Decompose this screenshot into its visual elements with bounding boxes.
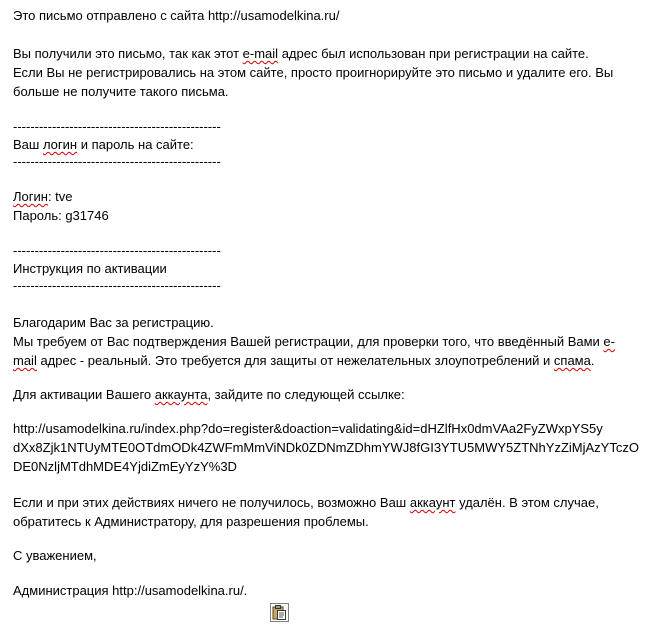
- password-line: Пароль: g31746: [13, 208, 109, 223]
- activation-link-line-3[interactable]: DE0NzljMTdhMDE4YjdiZmEyYzY%3D: [13, 458, 237, 475]
- divider: ----------------------------------------…: [13, 119, 221, 134]
- confirm-line-2: mail адрес - реальный. Это требуется для…: [13, 353, 595, 368]
- problem-line-2: обратитесь к Администратору, для разреше…: [13, 514, 369, 529]
- signature-line: Администрация http://usamodelkina.ru/.: [13, 583, 248, 598]
- misspelled-word[interactable]: e-mail: [243, 46, 278, 61]
- confirm-line-1: Мы требуем от Вас подтверждения Вашей ре…: [13, 334, 615, 349]
- misspelled-word[interactable]: аккаунта: [155, 387, 208, 402]
- divider: ----------------------------------------…: [13, 243, 221, 258]
- clipboard-icon: [272, 605, 286, 620]
- notice-line-3: больше не получите такого письма.: [13, 84, 229, 99]
- misspelled-word[interactable]: спама: [554, 353, 591, 368]
- misspelled-word[interactable]: e-: [603, 334, 615, 349]
- divider: ----------------------------------------…: [13, 278, 221, 293]
- activation-link-line-2[interactable]: dXx8Zjk1NTUyMTE0OTdmODk4ZWFmMmViNDk0ZDNm…: [13, 439, 639, 456]
- misspelled-word[interactable]: аккаунт: [410, 495, 456, 510]
- paste-options-icon[interactable]: [270, 603, 289, 622]
- intro-line: Это письмо отправлено с сайта http://usa…: [13, 8, 340, 23]
- activation-link-line-1[interactable]: http://usamodelkina.ru/index.php?do=regi…: [13, 420, 603, 437]
- misspelled-word[interactable]: Логин: [13, 189, 48, 204]
- misspelled-word[interactable]: mail: [13, 353, 37, 368]
- activation-heading: Инструкция по активации: [13, 261, 167, 276]
- divider: ----------------------------------------…: [13, 154, 221, 169]
- misspelled-word[interactable]: логин: [43, 137, 77, 152]
- problem-line-1: Если и при этих действиях ничего не полу…: [13, 495, 599, 510]
- notice-line-1: Вы получили это письмо, так как этот e-m…: [13, 46, 589, 61]
- login-line: Логин: tve: [13, 189, 73, 204]
- thanks-line: Благодарим Вас за регистрацию.: [13, 315, 214, 330]
- notice-line-2: Если Вы не регистрировались на этом сайт…: [13, 65, 614, 80]
- regards-line: С уважением,: [13, 548, 97, 563]
- activation-instruction: Для активации Вашего аккаунта, зайдите п…: [13, 387, 405, 402]
- login-section-heading: Ваш логин и пароль на сайте:: [13, 137, 194, 152]
